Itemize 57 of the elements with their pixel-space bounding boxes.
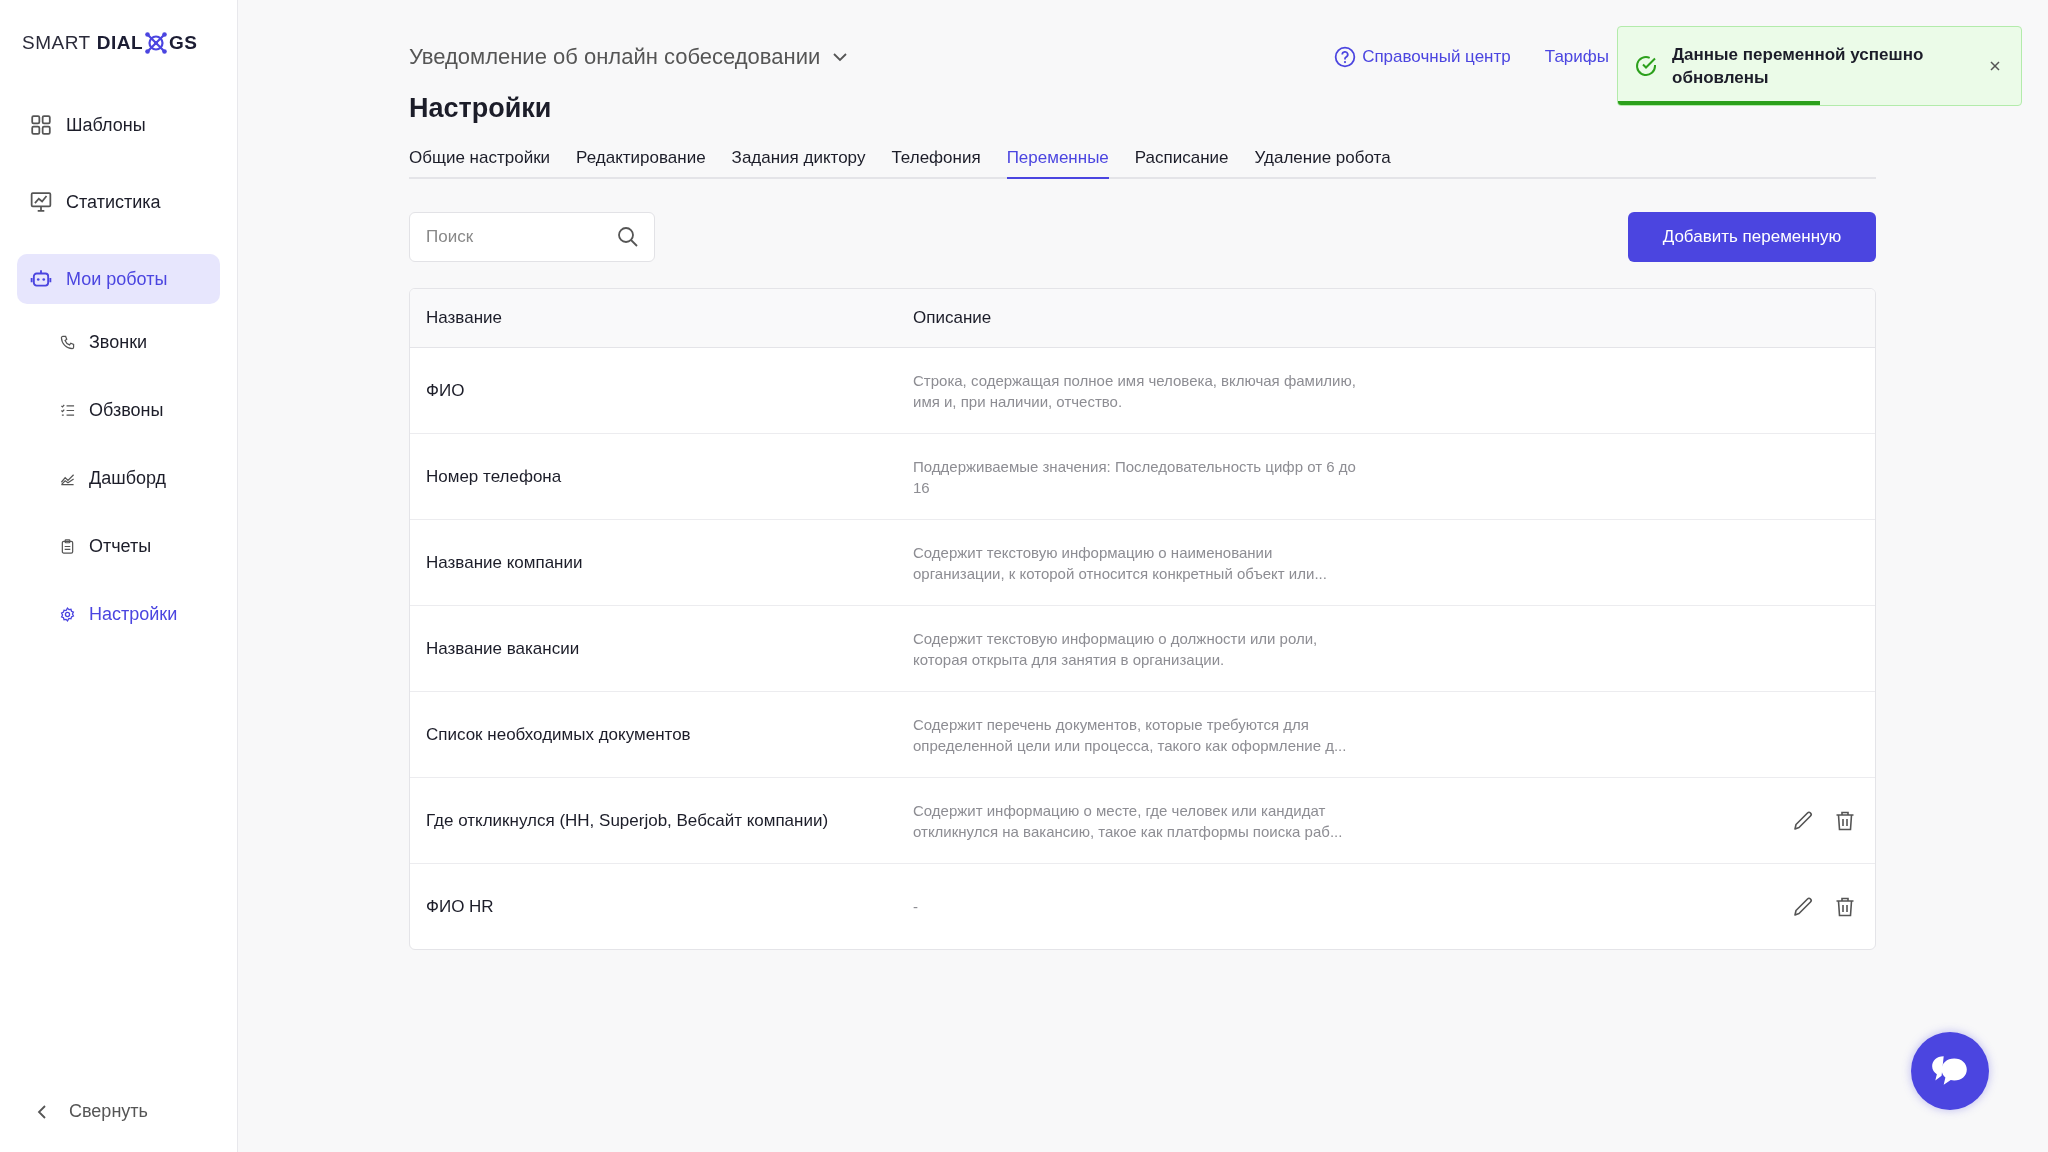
- variable-name: ФИО: [425, 380, 466, 401]
- variable-description: -: [913, 897, 919, 917]
- search-field[interactable]: Поиск: [409, 212, 655, 262]
- pricing-link[interactable]: Тарифы: [1544, 47, 1609, 67]
- sidebar-subitem[interactable]: Обзвоны: [17, 393, 220, 427]
- tab[interactable]: Расписание: [1134, 142, 1229, 179]
- check-circle-icon: [1634, 54, 1658, 78]
- clipboard-icon: [60, 538, 75, 554]
- collapse-button[interactable]: Свернуть: [17, 1101, 220, 1122]
- variable-description: Содержит текстовую информацию о наименовании организации, к которой относится конкретный объект или...: [913, 542, 1328, 584]
- variable-description: Поддерживаемые значения: Последовательность цифр от 6 до 16: [913, 456, 1357, 498]
- monitor-chart-icon: [30, 191, 52, 213]
- phone-icon: [60, 334, 75, 350]
- sidebar-item[interactable]: Шаблоны: [17, 100, 220, 150]
- settings-icon: [60, 606, 75, 622]
- help-center-link[interactable]: Справочный центр: [1334, 46, 1511, 68]
- tab[interactable]: Редактирование: [576, 142, 706, 179]
- sidebar-subitem[interactable]: Звонки: [17, 325, 220, 359]
- sidebar-subitem[interactable]: Отчеты: [17, 529, 220, 563]
- variable-description: Содержит информацию о месте, где человек или кандидат откликнулся на вакансию, такое как платформы поиска раб...: [913, 800, 1344, 842]
- sidebar-item[interactable]: Статистика: [17, 177, 220, 227]
- variable-name: Название компании: [425, 552, 584, 573]
- variable-name: Номер телефона: [425, 466, 563, 487]
- sidebar-subitem[interactable]: Дашборд: [17, 461, 220, 495]
- column-header: Описание: [913, 308, 993, 328]
- close-icon[interactable]: [1989, 60, 2001, 72]
- sidebar-item[interactable]: Мои роботы: [17, 254, 220, 304]
- help-icon: [1334, 46, 1357, 68]
- variable-description: Строка, содержащая полное имя человека, включая фамилию, имя и, при наличии, отчество.: [913, 370, 1357, 412]
- variable-name: Название вакансии: [425, 638, 581, 659]
- column-header: Название: [425, 308, 503, 328]
- search-icon: [617, 226, 639, 248]
- variable-name: Где откликнулся (HH, Superjob, Вебсайт компании): [425, 810, 830, 831]
- grid-icon: [30, 114, 52, 136]
- logo-icon: [144, 31, 168, 55]
- logo-text: DIAL: [96, 32, 143, 54]
- chat-button[interactable]: [1911, 1032, 1989, 1110]
- variable-description: Содержит перечень документов, которые требуются для определенной цели или процесса, такого как оформление д...: [913, 714, 1348, 756]
- variable-description: Содержит текстовую информацию о должности или роли, которая открыта для занятия в организации.: [913, 628, 1319, 670]
- tab[interactable]: Переменные: [1006, 142, 1109, 179]
- chevron-down-icon: [832, 52, 849, 62]
- variable-name: ФИО HR: [425, 896, 495, 917]
- page-title: Настройки: [409, 92, 553, 125]
- chevron-left-icon: [37, 1103, 47, 1120]
- variable-name: Список необходимых документов: [425, 724, 692, 745]
- checklist-icon: [60, 402, 75, 418]
- robot-dropdown[interactable]: Уведомление об онлайн собеседовании: [409, 44, 849, 70]
- add-variable-button[interactable]: Добавить переменную: [1628, 212, 1876, 262]
- sidebar-subitem[interactable]: Настройки: [17, 597, 220, 631]
- tab[interactable]: Удаление робота: [1254, 142, 1391, 179]
- logo-text: GS: [169, 32, 198, 54]
- logo-text: SMART: [22, 32, 91, 54]
- tab[interactable]: Общие настройки: [409, 142, 551, 179]
- tab[interactable]: Телефония: [891, 142, 981, 179]
- toast-message: Данные переменной успешно обновлены: [1672, 44, 1925, 89]
- robot-icon: [30, 268, 52, 290]
- tab[interactable]: Задания диктору: [731, 142, 866, 179]
